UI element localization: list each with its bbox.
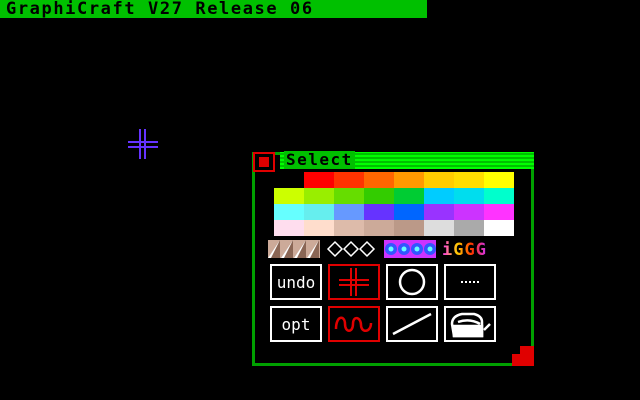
undo-button[interactable]: undo [270, 264, 322, 300]
color-swatch[interactable] [484, 204, 514, 220]
dots-tool[interactable] [444, 264, 496, 300]
line-tool[interactable] [386, 306, 438, 342]
undo-label: undo [276, 272, 316, 292]
color-swatch[interactable] [364, 188, 394, 204]
color-swatch[interactable] [334, 204, 364, 220]
color-swatch[interactable] [364, 204, 394, 220]
color-swatch[interactable] [394, 172, 424, 188]
panel-title: Select [284, 150, 355, 169]
color-swatch[interactable] [424, 204, 454, 220]
color-swatch[interactable] [334, 172, 364, 188]
color-swatch[interactable] [454, 188, 484, 204]
close-icon [259, 157, 269, 167]
brick-pattern[interactable] [268, 240, 320, 258]
rainbow-text: iGGG [442, 240, 487, 260]
color-swatch[interactable] [454, 220, 484, 236]
color-swatch[interactable] [484, 188, 514, 204]
dots-icon [455, 277, 485, 287]
color-swatch[interactable] [394, 188, 424, 204]
color-swatch[interactable] [484, 172, 514, 188]
diamond-outline-pattern[interactable] [326, 240, 378, 258]
color-swatch[interactable] [424, 220, 454, 236]
color-swatch[interactable] [334, 220, 364, 236]
circle-tool[interactable] [386, 264, 438, 300]
color-swatch[interactable] [364, 220, 394, 236]
color-swatch[interactable] [364, 172, 394, 188]
crosshair-cursor-icon [128, 129, 158, 159]
blue-dots-pattern[interactable] [384, 240, 436, 258]
fill-tool[interactable] [444, 306, 496, 342]
color-swatch[interactable] [424, 188, 454, 204]
color-swatch[interactable] [274, 188, 304, 204]
crosshair-icon [339, 268, 369, 296]
color-swatch[interactable] [454, 204, 484, 220]
app-title: GraphiCraft V27 Release 06 [6, 0, 314, 19]
close-button[interactable] [253, 152, 275, 172]
circle-icon [397, 267, 427, 297]
color-swatch[interactable] [304, 204, 334, 220]
color-swatch[interactable] [394, 204, 424, 220]
rainbow-text-pattern[interactable]: iGGG [442, 240, 494, 260]
crosshair-tool[interactable] [328, 264, 380, 300]
freehand-tool[interactable] [328, 306, 380, 342]
squiggle-icon [333, 311, 375, 337]
options-label: opt [281, 314, 311, 334]
color-swatch[interactable] [394, 220, 424, 236]
color-swatch[interactable] [334, 188, 364, 204]
color-swatch[interactable] [424, 172, 454, 188]
line-icon [391, 312, 433, 336]
color-swatch[interactable] [304, 172, 334, 188]
color-swatch[interactable] [274, 220, 304, 236]
resize-handle[interactable] [512, 346, 534, 366]
color-swatch[interactable] [304, 188, 334, 204]
color-swatch[interactable] [274, 204, 304, 220]
color-swatch[interactable] [304, 220, 334, 236]
options-button[interactable]: opt [270, 306, 322, 342]
color-swatch[interactable] [484, 220, 514, 236]
paint-bucket-icon [448, 310, 492, 338]
title-bar: GraphiCraft V27 Release 06 [0, 0, 427, 19]
color-swatch[interactable] [274, 172, 304, 188]
color-swatch[interactable] [454, 172, 484, 188]
